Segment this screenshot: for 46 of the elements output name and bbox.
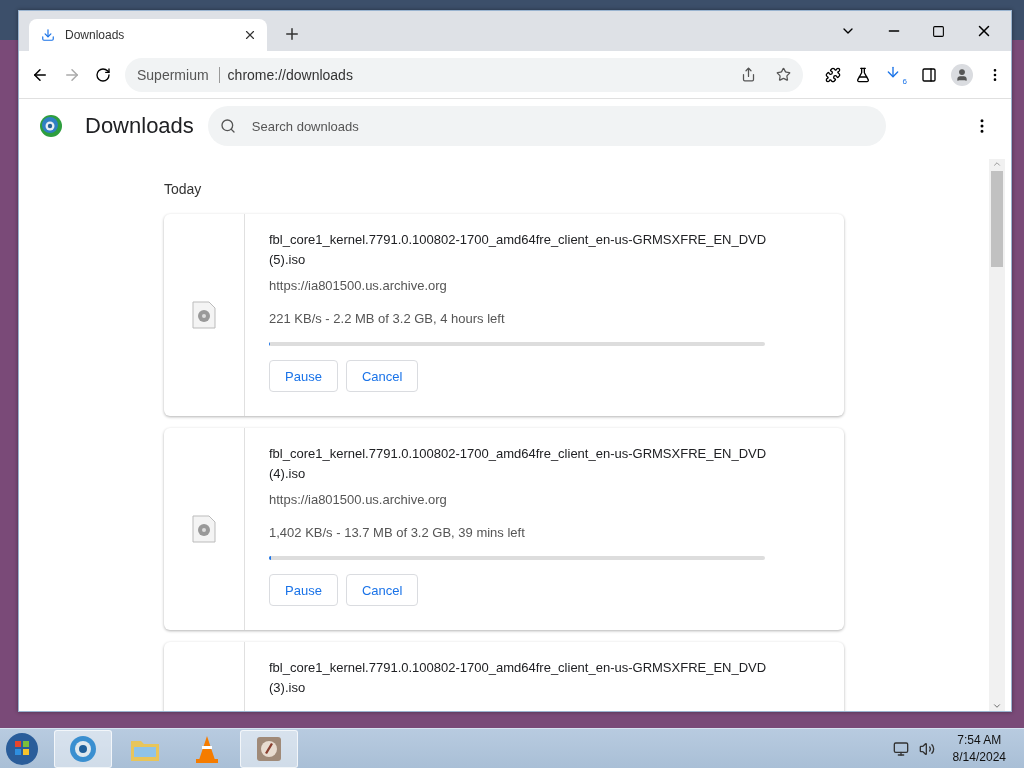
site-label: Supermium	[137, 66, 220, 83]
clock[interactable]: 7:54 AM 8/14/2024	[952, 731, 1006, 766]
network-icon[interactable]	[892, 740, 909, 757]
file-name[interactable]: fbl_core1_kernel.7791.0.100802-1700_amd64fre_client_en-us-GRMSXFRE_EN_DVD (5).iso	[269, 230, 769, 270]
url-text: chrome://downloads	[227, 66, 354, 83]
taskbar-button[interactable]	[54, 729, 112, 768]
share-icon[interactable]	[741, 67, 756, 82]
close-icon[interactable]	[243, 28, 257, 42]
source-url[interactable]: https://ia801500.us.archive.org	[269, 492, 820, 507]
scrollbar[interactable]	[989, 159, 1005, 711]
app-icon[interactable]	[255, 734, 283, 763]
cancel-button[interactable]: Cancel	[345, 360, 419, 392]
speaker-muted-icon[interactable]	[918, 740, 935, 757]
maximize-icon[interactable]	[932, 24, 945, 38]
download-icon	[41, 28, 55, 42]
download-count: 6	[902, 77, 907, 86]
globe-app-icon[interactable]	[68, 733, 98, 764]
scroll-thumb[interactable]	[991, 171, 1003, 267]
section-heading: Today	[164, 181, 203, 197]
source-url[interactable]: https://ia801500.us.archive.org	[269, 278, 820, 293]
download-status: 221 KB/s - 2.2 MB of 3.2 GB, 4 hours left	[269, 311, 506, 326]
side-panel-icon[interactable]	[921, 66, 937, 83]
scroll-down-icon[interactable]	[992, 701, 1002, 711]
address-bar[interactable]: Supermium chrome://downloads	[125, 57, 803, 92]
search-icon	[219, 118, 236, 134]
reload-icon[interactable]	[95, 66, 111, 83]
start-button[interactable]	[4, 730, 40, 767]
downloads-button[interactable]: 6	[885, 63, 907, 86]
page-title: Downloads	[85, 113, 194, 139]
file-name[interactable]: fbl_core1_kernel.7791.0.100802-1700_amd64fre_client_en-us-GRMSXFRE_EN_DVD (3).iso	[269, 658, 769, 698]
cancel-button[interactable]: Cancel	[345, 574, 419, 606]
extensions-icon[interactable]	[825, 66, 841, 83]
star-icon[interactable]	[776, 67, 791, 82]
taskbar-button[interactable]	[240, 729, 298, 768]
pause-button[interactable]: Pause	[269, 360, 338, 392]
profile-avatar[interactable]	[951, 63, 973, 86]
browser-tab[interactable]: Downloads	[29, 19, 267, 51]
file-name[interactable]: fbl_core1_kernel.7791.0.100802-1700_amd64fre_client_en-us-GRMSXFRE_EN_DVD (4).iso	[269, 444, 769, 484]
pause-button[interactable]: Pause	[269, 574, 338, 606]
search-field[interactable]: Search downloads	[207, 106, 886, 146]
file-icon	[192, 515, 216, 543]
file-icon	[192, 301, 216, 329]
flask-icon[interactable]	[855, 66, 871, 83]
download-status: 1,402 KB/s - 13.7 MB of 3.2 GB, 39 mins left	[269, 525, 526, 540]
logo-icon	[39, 114, 63, 138]
new-tab-button[interactable]	[283, 25, 301, 43]
